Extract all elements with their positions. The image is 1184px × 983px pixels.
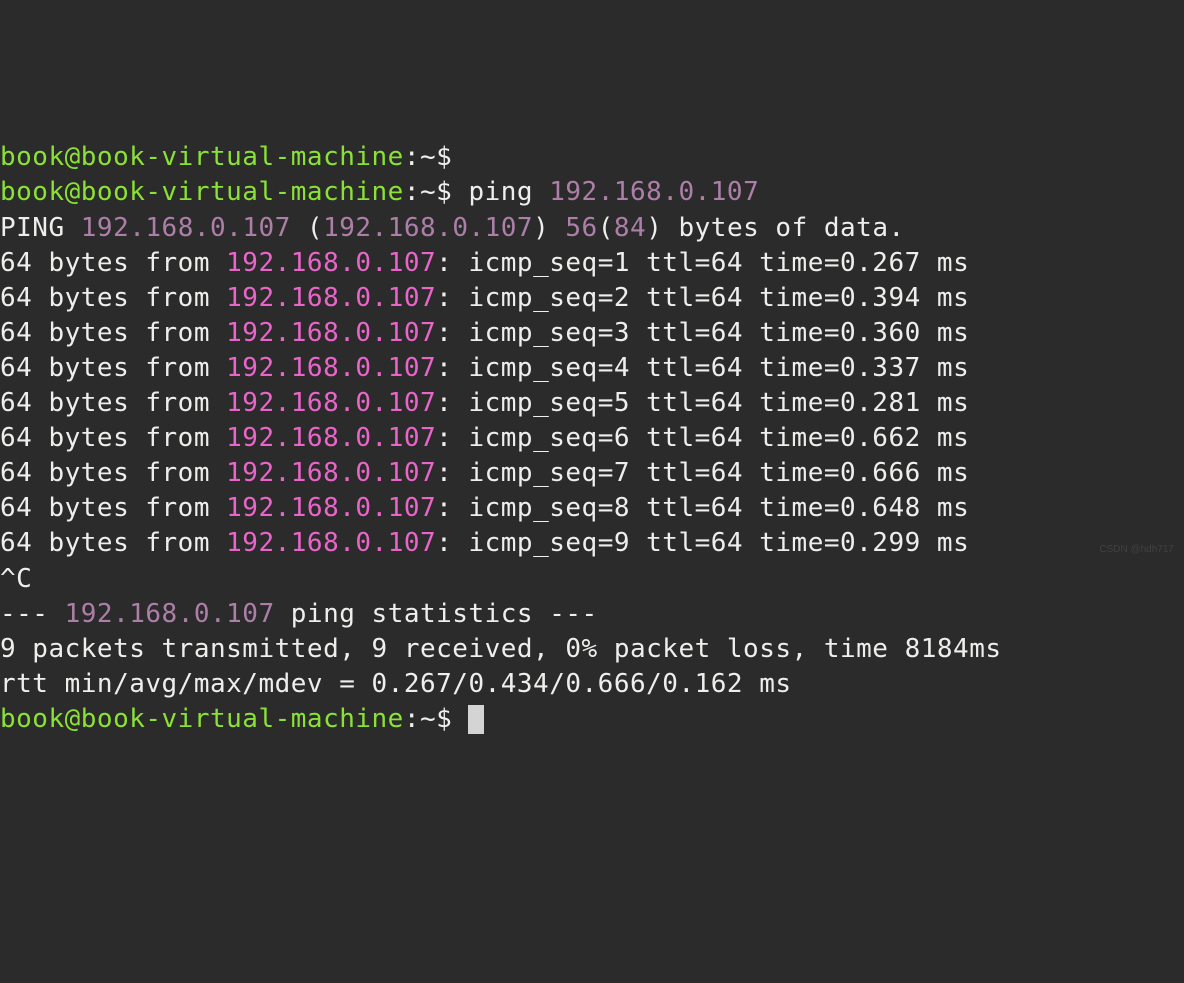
reply-prefix: 64 bytes from bbox=[0, 458, 226, 488]
prompt-path: :~ bbox=[404, 142, 436, 172]
reply-tail: icmp_seq=3 ttl=64 time=0.360 ms bbox=[468, 318, 969, 348]
ping-command: ping bbox=[468, 177, 549, 207]
reply-sep: : bbox=[436, 458, 468, 488]
reply-tail: icmp_seq=1 ttl=64 time=0.267 ms bbox=[468, 248, 969, 278]
reply-tail: icmp_seq=6 ttl=64 time=0.662 ms bbox=[468, 423, 969, 453]
terminal-output[interactable]: book@book-virtual-machine:~$ book@book-v… bbox=[0, 140, 1184, 737]
stats-header-suffix: ping statistics --- bbox=[275, 599, 598, 629]
paren-close: ) bbox=[533, 213, 565, 243]
reply-tail: icmp_seq=9 ttl=64 time=0.299 ms bbox=[468, 528, 969, 558]
reply-prefix: 64 bytes from bbox=[0, 493, 226, 523]
stats-header-prefix: --- bbox=[0, 599, 65, 629]
reply-prefix: 64 bytes from bbox=[0, 318, 226, 348]
ping-header-suffix: bytes of data. bbox=[662, 213, 904, 243]
reply-sep: : bbox=[436, 318, 468, 348]
ping-header-ip: 192.168.0.107 bbox=[81, 213, 291, 243]
prompt-path: :~ bbox=[404, 177, 436, 207]
ping-size2: 84 bbox=[614, 213, 646, 243]
reply-sep: : bbox=[436, 493, 468, 523]
reply-ip: 192.168.0.107 bbox=[226, 283, 436, 313]
reply-tail: icmp_seq=5 ttl=64 time=0.281 ms bbox=[468, 388, 969, 418]
reply-sep: : bbox=[436, 423, 468, 453]
reply-prefix: 64 bytes from bbox=[0, 423, 226, 453]
reply-ip: 192.168.0.107 bbox=[226, 458, 436, 488]
cursor-icon bbox=[468, 705, 484, 734]
reply-sep: : bbox=[436, 283, 468, 313]
reply-tail: icmp_seq=7 ttl=64 time=0.666 ms bbox=[468, 458, 969, 488]
reply-ip: 192.168.0.107 bbox=[226, 248, 436, 278]
stats-header-ip: 192.168.0.107 bbox=[65, 599, 275, 629]
reply-prefix: 64 bytes from bbox=[0, 353, 226, 383]
reply-ip: 192.168.0.107 bbox=[226, 528, 436, 558]
ping-target-ip: 192.168.0.107 bbox=[549, 177, 759, 207]
reply-tail: icmp_seq=2 ttl=64 time=0.394 ms bbox=[468, 283, 969, 313]
reply-ip: 192.168.0.107 bbox=[226, 353, 436, 383]
prompt-symbol: $ bbox=[436, 177, 452, 207]
ping-header-label: PING bbox=[0, 213, 81, 243]
watermark-text: CSDN @hdh717 bbox=[1099, 543, 1174, 557]
paren-size-close: ) bbox=[646, 213, 662, 243]
prompt-user-host: book@book-virtual-machine bbox=[0, 177, 404, 207]
reply-prefix: 64 bytes from bbox=[0, 388, 226, 418]
stats-packets: 9 packets transmitted, 9 received, 0% pa… bbox=[0, 634, 1002, 664]
reply-sep: : bbox=[436, 388, 468, 418]
reply-ip: 192.168.0.107 bbox=[226, 423, 436, 453]
prompt-path: :~ bbox=[404, 704, 436, 734]
interrupt-signal: ^C bbox=[0, 564, 32, 594]
reply-prefix: 64 bytes from bbox=[0, 528, 226, 558]
stats-rtt: rtt min/avg/max/mdev = 0.267/0.434/0.666… bbox=[0, 669, 792, 699]
paren-open: ( bbox=[291, 213, 323, 243]
ping-header-paren-ip: 192.168.0.107 bbox=[323, 213, 533, 243]
reply-ip: 192.168.0.107 bbox=[226, 493, 436, 523]
paren-size-open: ( bbox=[598, 213, 614, 243]
reply-tail: icmp_seq=8 ttl=64 time=0.648 ms bbox=[468, 493, 969, 523]
reply-sep: : bbox=[436, 248, 468, 278]
reply-sep: : bbox=[436, 528, 468, 558]
reply-ip: 192.168.0.107 bbox=[226, 388, 436, 418]
reply-tail: icmp_seq=4 ttl=64 time=0.337 ms bbox=[468, 353, 969, 383]
reply-ip: 192.168.0.107 bbox=[226, 318, 436, 348]
ping-size: 56 bbox=[565, 213, 597, 243]
prompt-user-host: book@book-virtual-machine bbox=[0, 142, 404, 172]
prompt-symbol: $ bbox=[436, 142, 452, 172]
reply-prefix: 64 bytes from bbox=[0, 283, 226, 313]
reply-sep: : bbox=[436, 353, 468, 383]
prompt-symbol: $ bbox=[436, 704, 452, 734]
reply-prefix: 64 bytes from bbox=[0, 248, 226, 278]
prompt-user-host: book@book-virtual-machine bbox=[0, 704, 404, 734]
